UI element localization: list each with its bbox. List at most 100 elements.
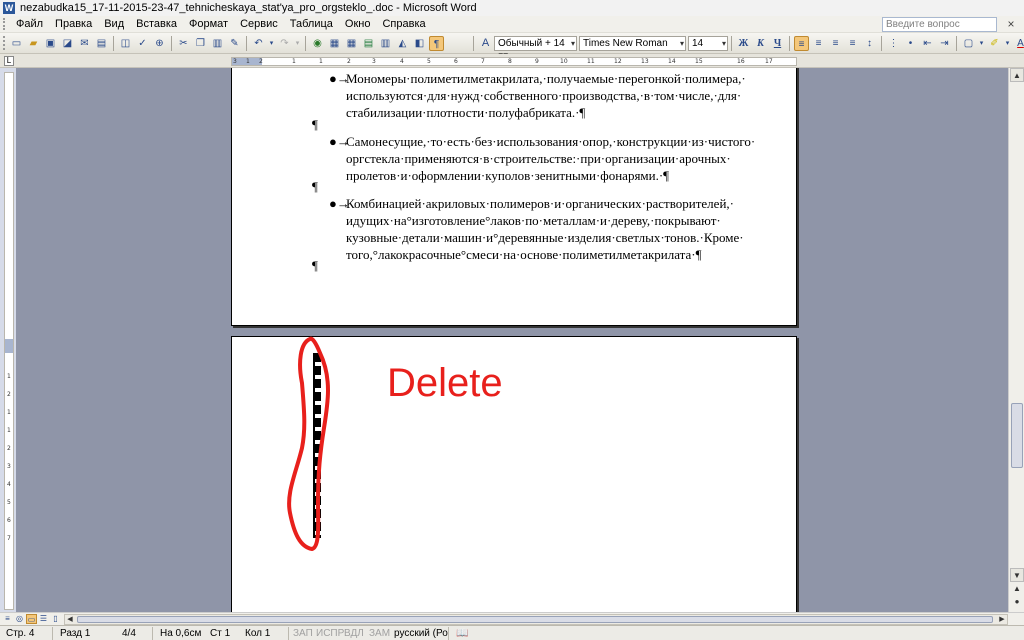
line-spacing-icon[interactable]: ↕	[862, 36, 877, 51]
ruler-tick: 13	[641, 58, 649, 65]
undo-icon[interactable]: ↶	[251, 36, 266, 51]
underline-button[interactable]: Ч	[770, 36, 785, 51]
document-map-icon[interactable]: ◧	[412, 36, 427, 51]
vertical-scrollbar[interactable]: ▲ ▼ ▲ ●	[1008, 68, 1024, 612]
status-separator	[448, 627, 449, 640]
menu-grip-handle[interactable]	[3, 18, 6, 30]
select-browse-object-icon[interactable]: ●	[1010, 596, 1024, 608]
web-view-icon[interactable]: ◎	[14, 614, 25, 624]
style-select[interactable]: Обычный + 14 пт ▾	[494, 35, 577, 62]
columns-icon[interactable]: ▥	[378, 36, 393, 51]
horizontal-ruler[interactable]: 3 1 2 1 1 2 3 4 5 6 7 8 9 10 11 12 13 14…	[231, 57, 797, 66]
redo-icon[interactable]: ↷	[277, 36, 292, 51]
save-icon[interactable]: ▣	[43, 36, 58, 51]
menu-file[interactable]: Файл	[10, 18, 49, 30]
print-layout-icon[interactable]: ▭	[26, 614, 37, 624]
text-line: кузовные·детали·машин·и°деревянные·издел…	[346, 230, 744, 245]
document-page-4[interactable]: Delete	[231, 336, 797, 612]
tables-borders-icon[interactable]: ▦	[327, 36, 342, 51]
list-item[interactable]: Самонесущие,·то·есть·без·использования·о…	[346, 133, 755, 184]
vertical-ruler-margin[interactable]	[5, 339, 13, 353]
text-line: того,°лакокрасочные°смеси·на·основе·поли…	[346, 247, 702, 262]
align-right-icon[interactable]: ≡	[828, 36, 843, 51]
permission-icon[interactable]: ◪	[60, 36, 75, 51]
numbering-icon[interactable]: ⋮	[886, 36, 901, 51]
font-size-select[interactable]: 14 ▾	[688, 35, 728, 51]
highlight-icon[interactable]: ✐	[987, 36, 1002, 51]
reading-view-icon[interactable]: ▯	[50, 614, 61, 624]
tab-selector[interactable]: L	[4, 56, 14, 66]
menu-insert[interactable]: Вставка	[130, 18, 183, 30]
menu-edit[interactable]: Правка	[49, 18, 98, 30]
highlight-dropdown-icon[interactable]: ▾	[1004, 36, 1011, 51]
menu-help[interactable]: Справка	[376, 18, 431, 30]
new-document-icon[interactable]: ▭	[9, 36, 24, 51]
font-select[interactable]: Times New Roman ▾	[579, 35, 686, 51]
justify-icon[interactable]: ≡	[845, 36, 860, 51]
redo-dropdown-icon[interactable]: ▾	[294, 36, 301, 51]
vertical-scroll-thumb[interactable]	[1011, 403, 1023, 468]
spelling-status-icon[interactable]: 📖	[456, 628, 468, 639]
scroll-left-icon[interactable]: ◀	[65, 615, 75, 624]
undo-dropdown-icon[interactable]: ▾	[268, 36, 275, 51]
font-color-icon[interactable]: A	[1013, 36, 1024, 51]
document-workspace[interactable]: ●→ Мономеры·полиметилметакрилата,·получа…	[16, 68, 1008, 612]
previous-page-icon[interactable]: ▲	[1010, 583, 1024, 595]
paste-icon[interactable]: ▥	[210, 36, 225, 51]
word-app-icon[interactable]: W	[3, 2, 15, 14]
italic-button[interactable]: К	[753, 36, 768, 51]
decrease-indent-icon[interactable]: ⇤	[920, 36, 935, 51]
align-left-icon[interactable]: ≡	[794, 35, 809, 51]
status-bar: Стр. 4 Разд 1 4/4 На 0,6см Ст 1 Кол 1 ЗА…	[0, 625, 1024, 640]
borders-dropdown-icon[interactable]: ▾	[978, 36, 985, 51]
menu-window[interactable]: Окно	[339, 18, 377, 30]
email-icon[interactable]: ✉	[77, 36, 92, 51]
list-item[interactable]: Комбинацией·акриловых·полимеров·и·органи…	[346, 195, 744, 263]
open-folder-icon[interactable]: ▰	[26, 36, 41, 51]
scroll-up-icon[interactable]: ▲	[1010, 68, 1024, 82]
normal-view-icon[interactable]: ≡	[2, 614, 13, 624]
insert-excel-icon[interactable]: ▤	[361, 36, 376, 51]
insert-table-icon[interactable]: ▦	[344, 36, 359, 51]
close-document-icon[interactable]: ×	[1002, 16, 1020, 32]
ruler-tick: 11	[587, 58, 595, 65]
spelling-icon[interactable]: ✓	[135, 36, 150, 51]
status-track-changes[interactable]: ИСПР	[316, 628, 344, 639]
horizontal-scroll-thumb[interactable]	[77, 616, 993, 623]
show-formatting-icon[interactable]: ¶	[429, 35, 444, 51]
text-line: пролетов·и·оформлении·куполов·зенитными·…	[346, 168, 670, 183]
format-painter-icon[interactable]: ✎	[227, 36, 242, 51]
bold-button[interactable]: Ж	[736, 36, 751, 51]
bullets-icon[interactable]: •	[903, 36, 918, 51]
cut-icon[interactable]: ✂	[176, 36, 191, 51]
scroll-down-icon[interactable]: ▼	[1010, 568, 1024, 582]
scroll-right-icon[interactable]: ▶	[997, 615, 1007, 624]
menu-bar: Файл Правка Вид Вставка Формат Сервис Та…	[0, 16, 1024, 33]
status-extend[interactable]: ВДЛ	[344, 628, 364, 639]
status-overtype[interactable]: ЗАМ	[369, 628, 390, 639]
menu-view[interactable]: Вид	[98, 18, 130, 30]
status-record-macro[interactable]: ЗАП	[293, 628, 313, 639]
increase-indent-icon[interactable]: ⇥	[937, 36, 952, 51]
research-icon[interactable]: ⊕	[152, 36, 167, 51]
print-preview-icon[interactable]: ◫	[118, 36, 133, 51]
hyperlink-icon[interactable]: ◉	[310, 36, 325, 51]
ruler-tick: 1	[246, 58, 250, 65]
styles-formatting-icon[interactable]: A	[478, 36, 493, 51]
borders-icon[interactable]: ▢	[961, 36, 976, 51]
menu-tools[interactable]: Сервис	[234, 18, 284, 30]
help-search-input[interactable]: Введите вопрос	[882, 17, 997, 32]
align-center-icon[interactable]: ≡	[811, 36, 826, 51]
menu-table[interactable]: Таблица	[284, 18, 339, 30]
copy-icon[interactable]: ❐	[193, 36, 208, 51]
menu-format[interactable]: Формат	[183, 18, 234, 30]
outline-view-icon[interactable]: ☰	[38, 614, 49, 624]
list-item[interactable]: Мономеры·полиметилметакрилата,·получаемы…	[346, 70, 746, 121]
status-language[interactable]: русский (Ро	[394, 628, 448, 639]
print-icon[interactable]: ▤	[94, 36, 109, 51]
toolbar-grip-handle[interactable]	[3, 36, 5, 50]
drawing-icon[interactable]: ◭	[395, 36, 410, 51]
document-page-3[interactable]: ●→ Мономеры·полиметилметакрилата,·получа…	[231, 68, 797, 326]
vertical-ruler[interactable]: 1 2 1 1 2 3 4 5 6 7	[4, 72, 14, 610]
horizontal-scrollbar[interactable]: ◀ ▶	[64, 614, 1008, 625]
